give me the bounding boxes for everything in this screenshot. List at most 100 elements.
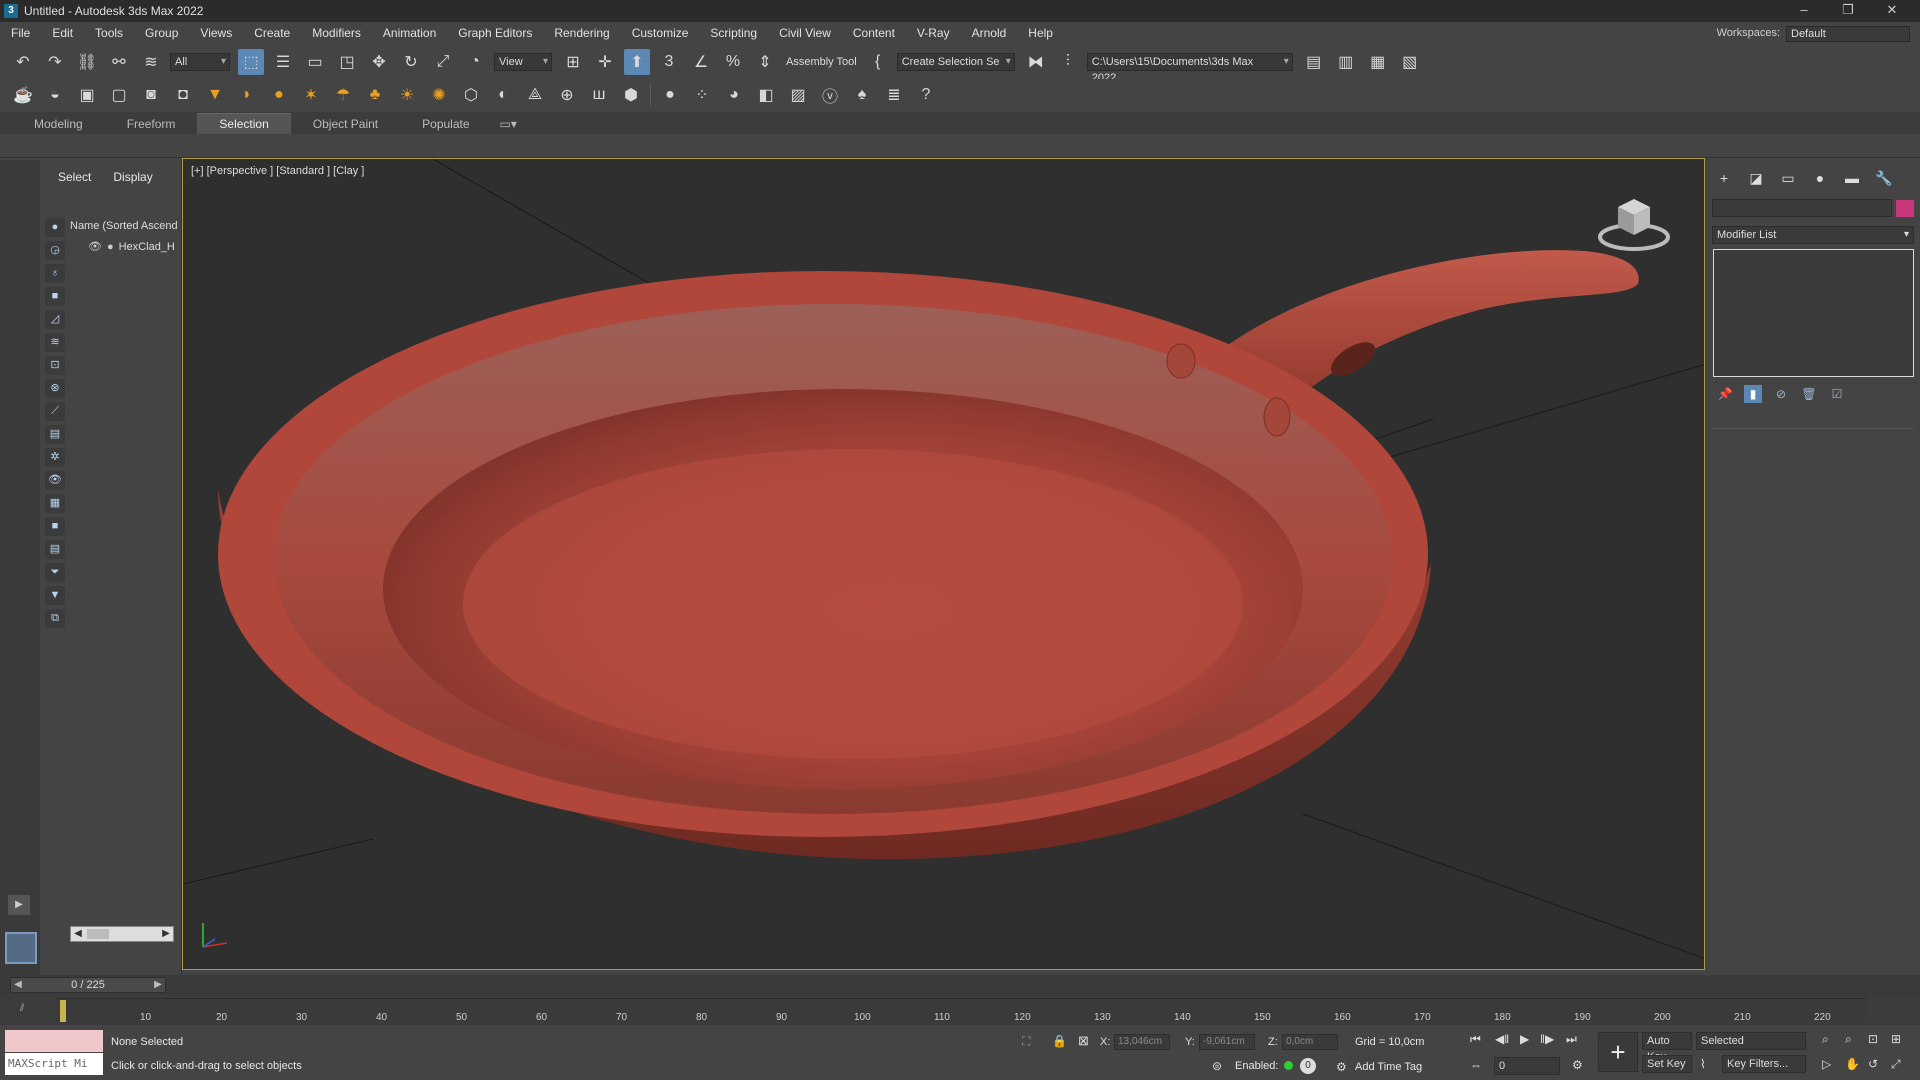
zoom-all-icon[interactable]: ⌕	[1845, 1032, 1852, 1047]
orbit-icon[interactable]: ↺	[1868, 1057, 1878, 1071]
edit-named-selection-icon[interactable]: {	[865, 49, 891, 75]
maxscript-listener-output[interactable]	[5, 1030, 103, 1052]
filter-funnel-icon[interactable]: ⏷	[45, 563, 65, 582]
tab-modeling[interactable]: Modeling	[12, 114, 105, 134]
field-of-view-icon[interactable]: ▷	[1822, 1057, 1831, 1071]
default-tangent-icon[interactable]: ⌇	[1700, 1057, 1706, 1071]
frame-ruler[interactable]: 10 20 30 40 50 60 70 80 90 100 110 120 1…	[56, 998, 1866, 1023]
display-cameras-icon[interactable]: ■	[45, 287, 65, 306]
key-set-select[interactable]: Selected	[1696, 1032, 1806, 1050]
layer-manager-icon[interactable]: ▤	[1301, 49, 1327, 75]
render-frame-icon[interactable]: ▢	[106, 82, 132, 108]
set-key-button[interactable]: Set Key	[1642, 1055, 1692, 1073]
zoom-extents-icon[interactable]: ⊡	[1868, 1032, 1878, 1046]
remove-modifier-icon[interactable]: 🗑	[1800, 385, 1818, 403]
redo-icon[interactable]: ↷	[42, 49, 68, 75]
close-button[interactable]: ✕	[1870, 0, 1914, 22]
display-all-icon[interactable]: ■	[45, 517, 65, 536]
time-tag-settings-icon[interactable]: ⚙	[1336, 1060, 1347, 1074]
dome-light-icon[interactable]: ✶	[298, 82, 324, 108]
display-space-warps-icon[interactable]: ≋	[45, 333, 65, 352]
viewport-label[interactable]: [+] [Perspective ] [Standard ] [Clay ]	[191, 165, 364, 177]
pivot-center-icon[interactable]: ⊞	[560, 49, 586, 75]
skylight-icon[interactable]: ◗	[234, 82, 260, 108]
layer-select-icon[interactable]: ▦	[1365, 49, 1391, 75]
layer-explorer-icon[interactable]: ⧉	[45, 609, 65, 628]
object-name-field[interactable]	[1712, 199, 1892, 217]
select-by-name-icon[interactable]: ☰	[270, 49, 296, 75]
current-frame-field[interactable]: 0	[1494, 1057, 1560, 1075]
display-tab-icon[interactable]: ▬	[1840, 170, 1864, 190]
bind-space-warp-icon[interactable]: ≋	[138, 49, 164, 75]
tab-selection[interactable]: Selection	[197, 113, 291, 134]
place-icon[interactable]: ◔	[462, 49, 488, 75]
display-lights-icon[interactable]: ♁	[45, 264, 65, 283]
menu-civil-view[interactable]: Civil View	[768, 22, 842, 44]
vray-scene-icon[interactable]: ◕	[721, 82, 747, 108]
menu-file[interactable]: File	[0, 22, 41, 44]
tab-populate[interactable]: Populate	[400, 114, 491, 134]
spinner-snap-icon[interactable]: ⇕	[752, 49, 778, 75]
viewport-layout-thumbnail[interactable]	[5, 932, 37, 964]
scale-icon[interactable]: ⤢	[430, 49, 456, 75]
menu-edit[interactable]: Edit	[41, 22, 84, 44]
menu-content[interactable]: Content	[842, 22, 906, 44]
select-manipulate-icon[interactable]: ✛	[592, 49, 618, 75]
viewcube-icon[interactable]	[1594, 189, 1674, 259]
snap-toggle-icon[interactable]: 3	[656, 49, 682, 75]
menu-graph-editors[interactable]: Graph Editors	[447, 22, 543, 44]
menu-group[interactable]: Group	[134, 22, 189, 44]
assembly-tool-label[interactable]: Assembly Tool	[786, 56, 857, 68]
selection-lock-icon[interactable]: 🔒	[1052, 1034, 1067, 1048]
display-groups-icon[interactable]: ⊡	[45, 356, 65, 375]
make-unique-icon[interactable]: ⊘	[1772, 385, 1790, 403]
menu-rendering[interactable]: Rendering	[543, 22, 620, 44]
pin-stack-icon[interactable]: 📌	[1716, 385, 1734, 403]
tab-object-paint[interactable]: Object Paint	[291, 114, 400, 134]
vray-converter-icon[interactable]: ◧	[753, 82, 779, 108]
z-coordinate-field[interactable]: 0,0cm	[1282, 1034, 1338, 1050]
render-iterative-icon[interactable]: ◘	[170, 82, 196, 108]
set-keys-icon[interactable]: +	[1598, 1032, 1638, 1072]
scroll-left-icon[interactable]: ◀	[71, 927, 85, 941]
selection-filter-select[interactable]: All	[170, 53, 230, 71]
zoom-icon[interactable]: ⌕	[1822, 1032, 1829, 1047]
y-coordinate-field[interactable]: -9,061cm	[1199, 1034, 1255, 1050]
show-end-result-icon[interactable]: ▮	[1744, 385, 1762, 403]
rotate-icon[interactable]: ↻	[398, 49, 424, 75]
display-particles-icon[interactable]: ✲	[45, 448, 65, 467]
adaptive-degradation-icon[interactable]: ⊜	[1212, 1059, 1222, 1073]
move-icon[interactable]: ✥	[366, 49, 392, 75]
scroll-right-icon[interactable]: ▶	[159, 927, 173, 941]
render-setup-icon[interactable]: ▣	[74, 82, 100, 108]
undo-icon[interactable]: ↶	[10, 49, 36, 75]
menu-views[interactable]: Views	[189, 22, 243, 44]
select-object-icon[interactable]: ⬚	[238, 49, 264, 75]
vray-fur-icon[interactable]: ⊕	[554, 82, 580, 108]
scene-tab-select[interactable]: Select	[58, 170, 91, 184]
vray-plane-icon[interactable]: ⟁	[522, 82, 548, 108]
maxscript-mini-listener[interactable]: MAXScript Mi	[5, 1053, 103, 1075]
minimize-button[interactable]: –	[1782, 0, 1826, 22]
configure-sets-icon[interactable]: ☑	[1828, 385, 1846, 403]
prev-frame-icon[interactable]: ◀	[11, 978, 25, 992]
time-tag-icon[interactable]: 0	[1300, 1058, 1316, 1074]
help-icon[interactable]: ?	[913, 82, 939, 108]
vray-material-icon[interactable]: ●	[657, 82, 683, 108]
link-icon[interactable]: ⛓	[74, 49, 100, 75]
pan-view-icon[interactable]: ✋	[1845, 1057, 1860, 1071]
menu-tools[interactable]: Tools	[84, 22, 134, 44]
vray-proxy-icon[interactable]: ⬡	[458, 82, 484, 108]
modifier-list-select[interactable]: Modifier List	[1712, 226, 1914, 244]
perspective-viewport[interactable]: [+] [Perspective ] [Standard ] [Clay ]	[182, 158, 1705, 970]
menu-customize[interactable]: Customize	[621, 22, 700, 44]
display-none-icon[interactable]: ▤	[45, 540, 65, 559]
time-configuration-icon[interactable]: ⚙	[1572, 1058, 1583, 1072]
rectangular-selection-icon[interactable]: ▭	[302, 49, 328, 75]
list-icon[interactable]: ≣	[881, 82, 907, 108]
next-frame-icon[interactable]: ▶	[151, 978, 165, 992]
scroll-thumb[interactable]	[87, 929, 109, 939]
vray-grass-icon[interactable]: ш	[586, 82, 612, 108]
hierarchy-tab-icon[interactable]: ▭	[1776, 170, 1800, 190]
object-color-swatch[interactable]	[1896, 200, 1914, 217]
